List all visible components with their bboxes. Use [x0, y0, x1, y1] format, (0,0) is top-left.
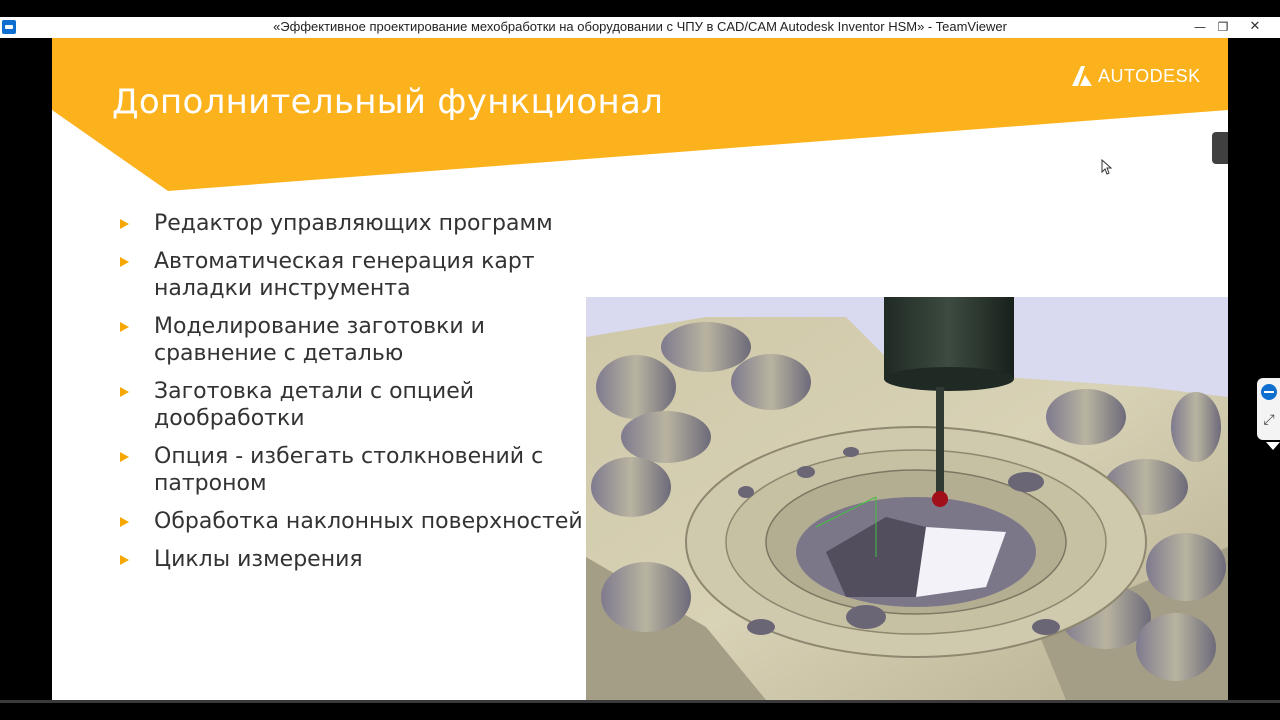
- triangle-bullet-icon: [120, 555, 129, 565]
- triangle-bullet-icon: [120, 322, 129, 332]
- list-item-text: Автоматическая генерация карт наладки ин…: [154, 249, 535, 301]
- letterbox-right: [1228, 38, 1280, 700]
- list-item-text: Редактор управляющих программ: [154, 211, 553, 236]
- list-item: Опция - избегать столкновений с патроном: [120, 443, 590, 497]
- list-item: Обработка наклонных поверхностей: [120, 508, 590, 535]
- window-titlebar: «Эффективное проектирование мехобработки…: [0, 17, 1280, 39]
- list-item: Автоматическая генерация карт наладки ин…: [120, 248, 590, 302]
- presentation-slide: Дополнительный функционал AUTODESK Редак…: [52, 38, 1228, 700]
- logo-text: AUTODESK: [1098, 65, 1201, 86]
- list-item-text: Заготовка детали с опцией дообработки: [154, 379, 475, 431]
- cnc-part-render-image: [586, 297, 1228, 700]
- triangle-bullet-icon: [120, 219, 129, 229]
- triangle-bullet-icon: [120, 387, 129, 397]
- list-item: Заготовка детали с опцией дообработки: [120, 378, 590, 432]
- list-item-text: Обработка наклонных поверхностей: [154, 509, 583, 534]
- teamviewer-side-panel[interactable]: ⤢: [1257, 378, 1280, 440]
- expand-icon[interactable]: ⤢: [1261, 412, 1277, 428]
- list-item-text: Опция - избегать столкновений с патроном: [154, 444, 544, 496]
- list-item-text: Моделирование заготовки и сравнение с де…: [154, 314, 485, 366]
- bottom-divider: [0, 700, 1280, 703]
- letterbox-left: [0, 38, 52, 700]
- window-title: «Эффективное проектирование мехобработки…: [273, 19, 1007, 34]
- autodesk-logo: AUTODESK: [1070, 62, 1201, 90]
- bottom-letterbox: [0, 700, 1280, 720]
- panel-collapse-arrow-icon[interactable]: [1266, 442, 1280, 450]
- autodesk-logo-icon: [1072, 66, 1092, 86]
- list-item-text: Циклы измерения: [154, 547, 363, 572]
- list-item: Циклы измерения: [120, 546, 590, 573]
- close-button[interactable]: ✕: [1240, 18, 1270, 36]
- restore-button[interactable]: ❐: [1208, 18, 1238, 36]
- list-item: Моделирование заготовки и сравнение с де…: [120, 313, 590, 367]
- bullet-list: Редактор управляющих программ Автоматиче…: [120, 210, 590, 584]
- teamviewer-panel-icon[interactable]: [1261, 384, 1277, 400]
- slide-title: Дополнительный функционал: [112, 82, 664, 122]
- side-handle[interactable]: [1212, 132, 1228, 164]
- triangle-bullet-icon: [120, 452, 129, 462]
- triangle-bullet-icon: [120, 517, 129, 527]
- mouse-cursor-icon: [1101, 159, 1113, 175]
- list-item: Редактор управляющих программ: [120, 210, 590, 237]
- triangle-bullet-icon: [120, 257, 129, 267]
